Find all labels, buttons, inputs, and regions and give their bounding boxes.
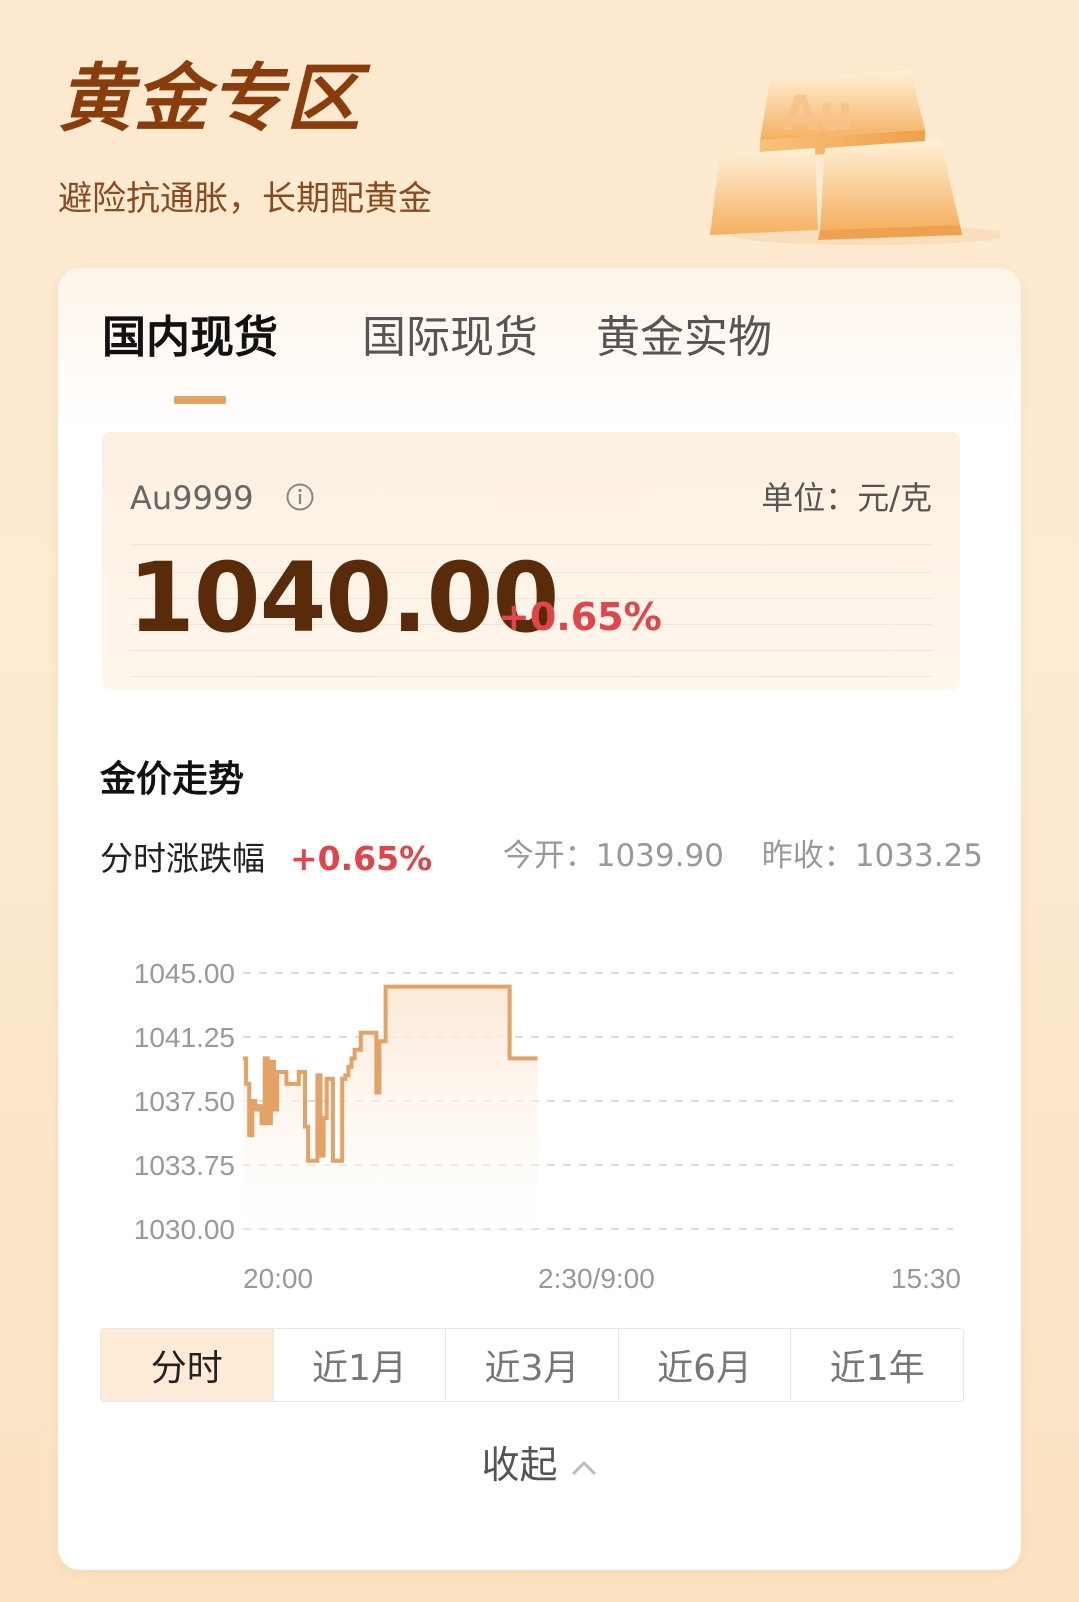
range-tab-1m[interactable]: 近1月 bbox=[272, 1329, 446, 1401]
y-tick-label: 1041.25 bbox=[134, 1022, 235, 1053]
range-tab-intraday[interactable]: 分时 bbox=[101, 1329, 273, 1401]
x-tick-label: 20:00 bbox=[243, 1263, 313, 1294]
info-icon[interactable] bbox=[285, 482, 315, 512]
gold-bar-label: Au bbox=[782, 86, 853, 142]
price-change: +0.65% bbox=[498, 595, 662, 639]
quote-panel: Au9999 单位：元/克 1040.00 +0.65% bbox=[102, 432, 960, 690]
trend-section-title: 金价走势 bbox=[100, 759, 245, 800]
intraday-change-value: +0.65% bbox=[290, 839, 433, 878]
symbol-label: Au9999 bbox=[130, 479, 254, 517]
x-tick-label: 2:30/9:00 bbox=[538, 1263, 655, 1294]
gold-card: 国内现货 国际现货 黄金实物 Au9999 单位：元/克 1040.00 +0.… bbox=[58, 268, 1021, 1570]
x-tick-label: 15:30 bbox=[891, 1263, 961, 1294]
current-price: 1040.00 bbox=[128, 542, 559, 654]
range-selector: 分时 近1月 近3月 近6月 近1年 bbox=[100, 1328, 964, 1402]
gold-bars-illustration: Au bbox=[710, 70, 1000, 245]
collapse-button[interactable]: 收起 bbox=[58, 1446, 1021, 1484]
ruled-line bbox=[130, 676, 932, 677]
tab-domestic-spot[interactable]: 国内现货 bbox=[102, 316, 278, 360]
chevron-up-icon bbox=[571, 1460, 596, 1475]
price-chart: 1045.00 1041.25 1037.50 1033.75 1030.00 20:00… bbox=[134, 958, 961, 1294]
series-area bbox=[243, 986, 538, 1229]
active-tab-indicator bbox=[174, 396, 226, 404]
page-subtitle: 避险抗通胀，长期配黄金 bbox=[58, 179, 432, 219]
y-tick-label: 1045.00 bbox=[134, 958, 235, 989]
range-tab-6m[interactable]: 近6月 bbox=[617, 1329, 791, 1401]
page-title: 黄金专区 bbox=[58, 56, 362, 142]
prev-close-price: 昨收：1033.25 bbox=[761, 838, 983, 874]
collapse-label: 收起 bbox=[481, 1443, 558, 1487]
y-tick-label: 1033.75 bbox=[134, 1150, 235, 1181]
header: 黄金专区 避险抗通胀，长期配黄金 Au bbox=[0, 0, 1079, 270]
unit-label: 单位：元/克 bbox=[761, 479, 932, 517]
y-tick-label: 1037.50 bbox=[134, 1086, 235, 1117]
range-tab-3m[interactable]: 近3月 bbox=[445, 1329, 618, 1401]
tab-physical-gold[interactable]: 黄金实物 bbox=[596, 316, 772, 360]
tab-international-spot[interactable]: 国际现货 bbox=[362, 316, 538, 360]
intraday-change-label: 分时涨跌幅 bbox=[100, 839, 265, 878]
y-tick-label: 1030.00 bbox=[134, 1214, 235, 1245]
open-price: 今开：1039.90 bbox=[502, 838, 724, 874]
open-close-stats: 今开：1039.90 昨收：1033.25 bbox=[493, 841, 983, 872]
range-tab-1y[interactable]: 近1年 bbox=[790, 1329, 963, 1401]
